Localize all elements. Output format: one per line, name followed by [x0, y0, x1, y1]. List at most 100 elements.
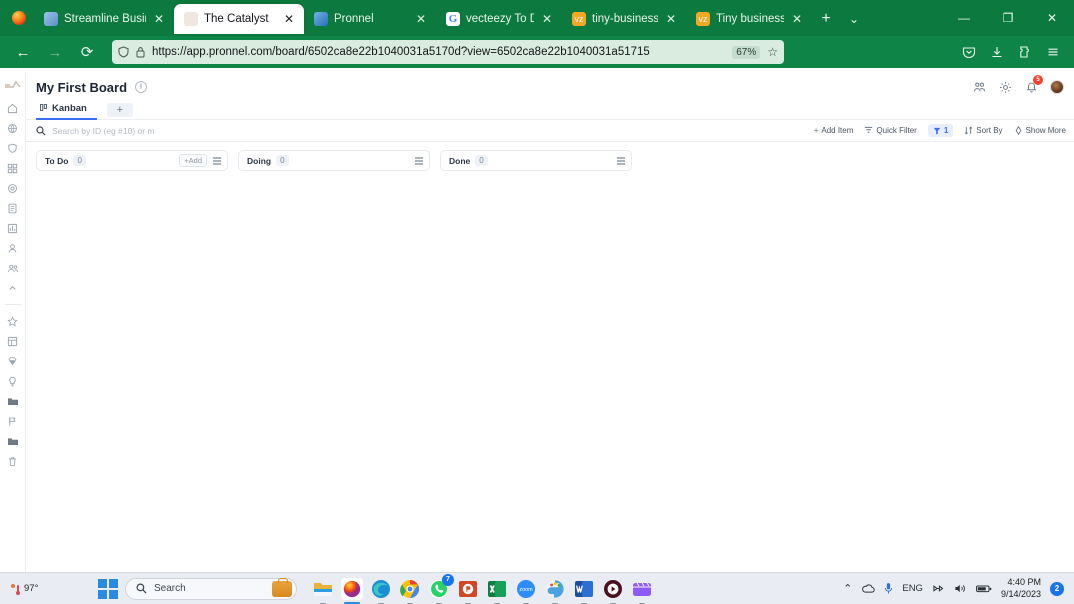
sidebar-item-layout[interactable]	[2, 331, 24, 351]
tab-kanban[interactable]: Kanban	[36, 100, 97, 120]
taskbar-app-google-chrome[interactable]	[399, 578, 421, 604]
bookmark-star-icon[interactable]: ☆	[767, 45, 778, 59]
sidebar-item-lightbulb[interactable]	[2, 371, 24, 391]
battery-icon[interactable]	[975, 584, 992, 594]
browser-tab[interactable]: Pronnel ✕	[304, 4, 436, 34]
column-menu-icon[interactable]	[616, 156, 626, 166]
sidebar-item-star[interactable]	[2, 311, 24, 331]
add-item-button[interactable]: + Add Item	[814, 126, 854, 135]
close-icon[interactable]: ✕	[282, 13, 296, 25]
sort-by-button[interactable]: Sort By	[964, 126, 1003, 135]
tray-chevron-icon[interactable]: ⌃	[843, 582, 852, 595]
taskbar-app-word[interactable]	[573, 578, 595, 604]
reload-button[interactable]: ⟳	[72, 39, 102, 65]
sidebar-item-document[interactable]	[2, 198, 24, 218]
sidebar-collapse-chevron-icon[interactable]	[2, 278, 24, 298]
quick-filter-icon	[864, 126, 873, 135]
notification-badge: 5	[1033, 75, 1043, 85]
close-icon[interactable]: ✕	[414, 13, 428, 25]
taskbar-app-whatsapp[interactable]: 7	[428, 573, 454, 604]
brand-logo-icon[interactable]	[4, 78, 22, 90]
list-all-tabs-icon[interactable]: ⌄	[840, 4, 868, 34]
sidebar-item-home[interactable]	[2, 98, 24, 118]
weather-widget[interactable]: 97°	[6, 582, 92, 596]
column-add-button[interactable]: +Add	[179, 154, 207, 167]
taskbar-app-zoom[interactable]: zoom	[515, 578, 537, 604]
kanban-column-done[interactable]: Done 0	[440, 150, 632, 171]
address-bar[interactable]: https://app.pronnel.com/board/6502ca8e22…	[112, 40, 784, 64]
maximize-button[interactable]: ❐	[986, 0, 1030, 36]
browser-tab[interactable]: G vecteezy To Do Doi ✕	[436, 4, 562, 34]
invite-people-icon[interactable]	[972, 80, 986, 94]
back-button[interactable]: ←	[8, 39, 38, 65]
taskbar-app-excel[interactable]	[486, 578, 508, 604]
sidebar-item-diamond[interactable]	[2, 351, 24, 371]
sidebar-item-trash[interactable]	[2, 451, 24, 471]
column-menu-icon[interactable]	[414, 156, 424, 166]
kanban-board: To Do 0 +Add Doing 0 Done 0	[26, 142, 1074, 572]
taskbar-app-media-player[interactable]	[602, 578, 624, 604]
sidebar-item-folder[interactable]	[2, 391, 24, 411]
microphone-icon[interactable]	[884, 582, 893, 595]
network-icon[interactable]	[932, 583, 945, 594]
notification-center-badge[interactable]: 2	[1050, 581, 1064, 596]
info-icon[interactable]: i	[135, 81, 148, 93]
taskbar-app-paint[interactable]	[544, 578, 566, 604]
search-input[interactable]: Search by ID (eg #10) or m	[52, 126, 155, 136]
sidebar-item-chart[interactable]	[2, 218, 24, 238]
volume-icon[interactable]	[954, 583, 967, 594]
close-window-button[interactable]: ✕	[1030, 0, 1074, 36]
browser-tab[interactable]: Streamline Busines ✕	[34, 4, 174, 34]
zoom-level-badge[interactable]: 67%	[732, 45, 761, 59]
quick-filter-label: Quick Filter	[876, 126, 917, 135]
close-icon[interactable]: ✕	[664, 13, 678, 25]
column-menu-icon[interactable]	[212, 156, 222, 166]
sidebar-item-flag[interactable]	[2, 411, 24, 431]
taskbar-app-file-explorer[interactable]	[312, 578, 334, 604]
onedrive-icon[interactable]	[861, 583, 876, 594]
sidebar-item-people[interactable]	[2, 258, 24, 278]
pocket-icon[interactable]	[956, 39, 982, 65]
downloads-icon[interactable]	[984, 39, 1010, 65]
taskbar-app-microsoft-edge[interactable]	[370, 578, 392, 604]
new-tab-button[interactable]: +	[812, 4, 840, 34]
start-button[interactable]	[98, 578, 118, 599]
close-icon[interactable]: ✕	[790, 13, 804, 25]
browser-tab-active[interactable]: The Catalyst ✕	[174, 4, 304, 34]
taskbar-search[interactable]: Search	[125, 577, 297, 600]
search-container[interactable]: Search by ID (eg #10) or m	[36, 126, 336, 136]
sidebar-item-grid[interactable]	[2, 158, 24, 178]
lock-icon[interactable]	[136, 46, 145, 58]
minimize-button[interactable]: —	[942, 0, 986, 36]
sidebar-item-target[interactable]	[2, 178, 24, 198]
quick-filter-button[interactable]: Quick Filter	[864, 126, 917, 135]
browser-tab[interactable]: vz Tiny business peopl ✕	[686, 4, 812, 34]
notifications-bell-icon[interactable]: 5	[1024, 75, 1043, 94]
taskbar-clock[interactable]: 4:40 PM 9/14/2023	[1001, 577, 1041, 600]
taskbar-app-powerpoint[interactable]	[457, 578, 479, 604]
taskbar-app-firefox[interactable]	[341, 577, 363, 604]
browser-tab[interactable]: vz tiny-business-peopl ✕	[562, 4, 686, 34]
add-view-button[interactable]: +	[106, 102, 133, 117]
app-menu-icon[interactable]	[1040, 39, 1066, 65]
show-more-button[interactable]: Show More	[1014, 126, 1066, 135]
briefcase-icon[interactable]	[272, 577, 292, 597]
taskbar-app-clipchamp[interactable]	[631, 578, 653, 604]
kanban-column-todo[interactable]: To Do 0 +Add	[36, 150, 228, 171]
sidebar-item-shield[interactable]	[2, 138, 24, 158]
kanban-column-doing[interactable]: Doing 0	[238, 150, 430, 171]
tab-title: Tiny business peopl	[716, 13, 784, 25]
extensions-icon[interactable]	[1012, 39, 1038, 65]
settings-gear-icon[interactable]	[998, 80, 1012, 94]
shield-icon[interactable]	[118, 46, 129, 58]
forward-button[interactable]: →	[40, 39, 70, 65]
close-icon[interactable]: ✕	[152, 13, 166, 25]
close-icon[interactable]: ✕	[540, 13, 554, 25]
input-language[interactable]: ENG	[902, 583, 923, 594]
sidebar-item-person[interactable]	[2, 238, 24, 258]
sidebar-item-globe[interactable]	[2, 118, 24, 138]
sidebar-item-folder-alt[interactable]	[2, 431, 24, 451]
weather-temperature: 97°	[24, 583, 39, 594]
avatar[interactable]	[1050, 80, 1064, 94]
active-filter-chip[interactable]: 1	[927, 124, 954, 137]
